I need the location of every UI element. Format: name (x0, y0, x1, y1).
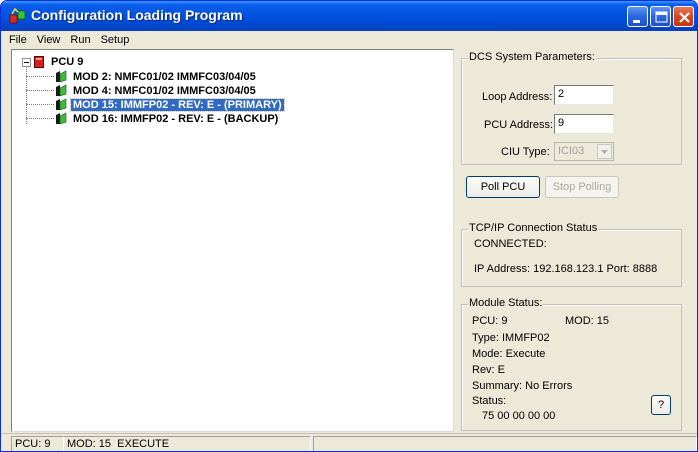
menu-setup[interactable]: Setup (96, 34, 135, 46)
minimize-button[interactable] (627, 6, 648, 27)
window-title: Configuration Loading Program (31, 7, 243, 23)
module-pcu: PCU: 9 (472, 315, 508, 327)
module-mod: MOD: 15 (565, 315, 610, 327)
status-mod: MOD: 15 (67, 438, 112, 450)
module-mode: Mode: Execute (472, 348, 546, 360)
status-pcu: PCU: 9 (11, 436, 64, 451)
module-status-group: Module Status: PCU: 9 MOD: 15 Type: IMMF… (461, 297, 682, 431)
pcu-icon (34, 56, 44, 68)
close-icon (679, 12, 690, 23)
ciu-type-select[interactable]: ICI03 (554, 142, 614, 161)
pcu-address-input[interactable]: 9 (554, 114, 614, 134)
status-state: EXECUTE (117, 438, 170, 450)
module-icon (56, 84, 67, 97)
status-bar: PCU: 9 MOD: 15 EXECUTE (1, 433, 697, 451)
tcp-group-title: TCP/IP Connection Status (468, 222, 599, 234)
dcs-parameters-group: DCS System Parameters: Loop Address: 2 P… (461, 51, 682, 165)
app-icon (9, 8, 26, 24)
stop-polling-button[interactable]: Stop Polling (545, 176, 619, 198)
pcu-address-label: PCU Address: (484, 119, 554, 131)
status-empty-cell (313, 436, 697, 451)
help-button[interactable]: ? (651, 395, 671, 415)
menu-file[interactable]: File (4, 34, 32, 46)
module-status-label: Status: (472, 395, 507, 407)
module-status-value: 75 00 00 00 00 (482, 410, 556, 422)
app-window: Configuration Loading Program File View … (0, 0, 698, 452)
module-icon (56, 112, 67, 125)
dropdown-arrow-icon (597, 144, 612, 159)
ciu-type-label: CIU Type: (501, 146, 550, 158)
tcp-connection-state: CONNECTED: (474, 238, 547, 250)
tree-node-label-selected: MOD 15: IMMFP02 - REV: E - (PRIMARY) (70, 97, 285, 112)
module-icon (56, 98, 67, 111)
menu-bar: File View Run Setup (1, 31, 697, 48)
loop-address-input[interactable]: 2 (554, 85, 614, 105)
menu-view[interactable]: View (32, 34, 66, 46)
pcu-tree-view[interactable]: PCU 9 MOD 2: NMFC01/02 IMMFC03/04/05 MOD… (11, 49, 454, 432)
tree-root-pcu[interactable]: PCU 9 (22, 55, 85, 69)
tree-node-mod-15[interactable]: MOD 15: IMMFP02 - REV: E - (PRIMARY) (26, 97, 285, 112)
tree-node-mod-2[interactable]: MOD 2: NMFC01/02 IMMFC03/04/05 (26, 70, 258, 83)
tcp-status-group: TCP/IP Connection Status CONNECTED: IP A… (461, 222, 682, 287)
ciu-type-value: ICI03 (558, 145, 585, 157)
module-type: Type: IMMFP02 (472, 332, 550, 344)
tree-node-label: MOD 16: IMMFP02 - REV: E - (BACKUP) (73, 112, 279, 125)
menu-run[interactable]: Run (65, 34, 95, 46)
tree-root-label: PCU 9 (51, 56, 84, 68)
poll-pcu-button[interactable]: Poll PCU (466, 176, 540, 198)
minimize-icon (633, 20, 640, 23)
module-rev: Rev: E (472, 364, 506, 376)
close-button[interactable] (673, 6, 694, 27)
module-icon (56, 70, 67, 83)
maximize-button[interactable] (650, 6, 671, 27)
tree-node-mod-16[interactable]: MOD 16: IMMFP02 - REV: E - (BACKUP) (26, 112, 280, 125)
maximize-icon (655, 11, 668, 23)
title-bar[interactable]: Configuration Loading Program (1, 1, 697, 31)
tree-node-label: MOD 4: NMFC01/02 IMMFC03/04/05 (73, 84, 256, 97)
tcp-address-line: IP Address: 192.168.123.1 Port: 8888 (474, 263, 658, 275)
dcs-group-title: DCS System Parameters: (468, 51, 596, 63)
loop-address-label: Loop Address: (482, 91, 553, 103)
status-mod-state: MOD: 15 EXECUTE (64, 436, 311, 451)
module-group-title: Module Status: (468, 297, 544, 309)
collapse-icon[interactable] (22, 57, 31, 67)
tree-node-mod-4[interactable]: MOD 4: NMFC01/02 IMMFC03/04/05 (26, 84, 258, 97)
module-summary: Summary: No Errors (472, 380, 573, 392)
tree-node-label: MOD 2: NMFC01/02 IMMFC03/04/05 (73, 70, 256, 83)
